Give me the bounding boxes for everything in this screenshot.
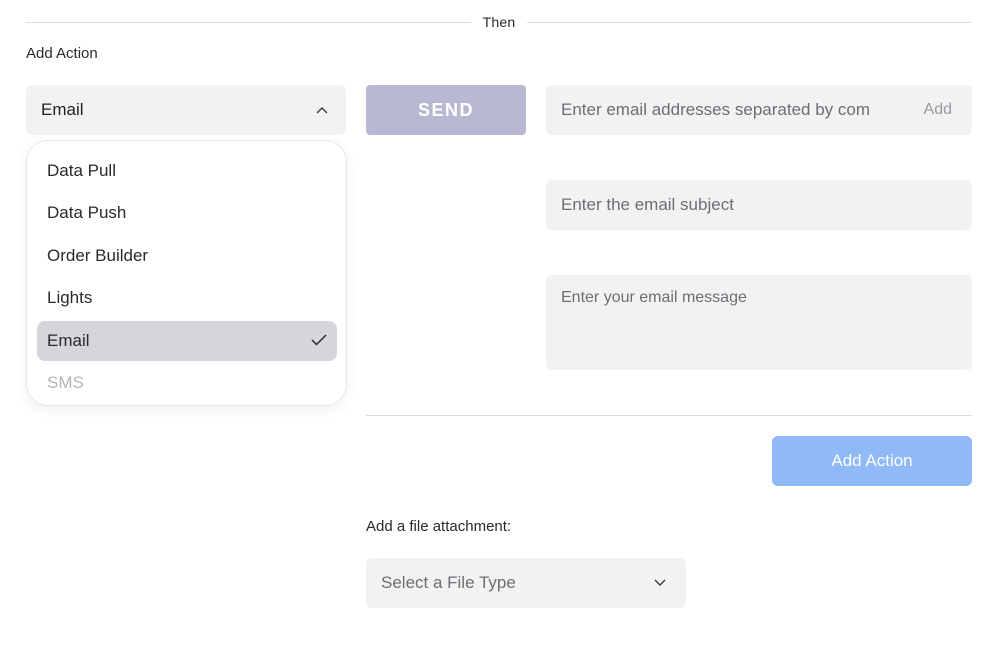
checkmark-icon bbox=[311, 331, 327, 351]
email-message-placeholder: Enter your email message bbox=[561, 289, 747, 306]
section-divider bbox=[366, 415, 972, 416]
action-type-menu: Data Pull Data Push Order Builder Lights… bbox=[26, 140, 347, 406]
file-type-select[interactable]: Select a File Type bbox=[366, 558, 686, 608]
menu-item-label: Data Push bbox=[47, 203, 127, 222]
menu-item-label: Lights bbox=[47, 288, 93, 307]
file-attachment-label: Add a file attachment: bbox=[366, 518, 512, 535]
menu-item-email[interactable]: Email bbox=[37, 321, 337, 361]
menu-item-label: Order Builder bbox=[47, 246, 149, 265]
email-recipients-placeholder: Enter email addresses separated by com bbox=[561, 100, 870, 119]
menu-item-order-builder[interactable]: Order Builder bbox=[37, 236, 337, 276]
file-type-placeholder: Select a File Type bbox=[381, 573, 516, 592]
chevron-up-icon bbox=[312, 100, 332, 120]
email-subject-placeholder: Enter the email subject bbox=[561, 195, 734, 214]
menu-item-lights[interactable]: Lights bbox=[37, 278, 337, 318]
add-action-heading: Add Action bbox=[26, 45, 98, 62]
email-recipients-field[interactable]: Enter email addresses separated by com A… bbox=[546, 85, 972, 135]
menu-item-data-pull[interactable]: Data Pull bbox=[37, 151, 337, 191]
send-button[interactable]: SEND bbox=[366, 85, 526, 135]
menu-item-data-push[interactable]: Data Push bbox=[37, 193, 337, 233]
action-type-value: Email bbox=[41, 100, 84, 119]
then-label: Then bbox=[471, 13, 527, 31]
menu-item-sms[interactable]: SMS bbox=[37, 363, 337, 403]
add-action-button[interactable]: Add Action bbox=[772, 436, 972, 486]
add-recipient-button[interactable]: Add bbox=[924, 101, 952, 119]
chevron-down-icon bbox=[650, 573, 670, 593]
email-subject-field[interactable]: Enter the email subject bbox=[546, 180, 972, 230]
email-message-field[interactable]: Enter your email message bbox=[546, 275, 972, 370]
menu-item-label: Email bbox=[47, 331, 90, 350]
menu-item-label: Data Pull bbox=[47, 161, 116, 180]
menu-item-label: SMS bbox=[47, 373, 84, 392]
action-type-select[interactable]: Email bbox=[26, 85, 346, 135]
